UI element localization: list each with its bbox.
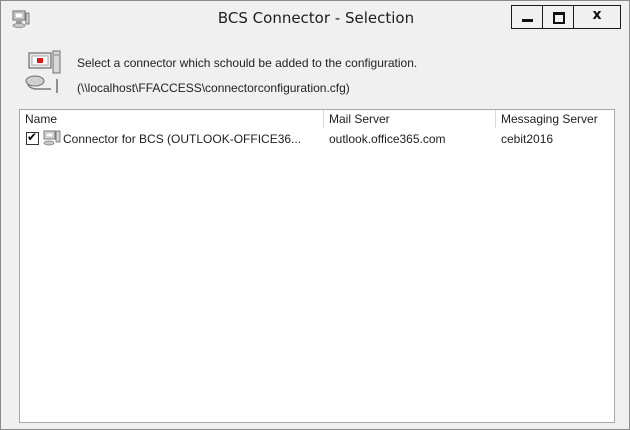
checkmark-icon: ✔ — [27, 130, 38, 144]
connector-plug-icon — [25, 50, 61, 93]
connector-name: Connector for BCS (OUTLOOK-OFFICE36... — [63, 132, 302, 146]
connector-icon — [43, 130, 61, 146]
column-header-mail-server[interactable]: Mail Server — [324, 110, 496, 128]
mail-server: outlook.office365.com — [329, 132, 446, 146]
row-checkbox[interactable]: ✔ — [26, 130, 39, 145]
close-button[interactable]: x — [573, 5, 621, 29]
maximize-button[interactable] — [542, 5, 574, 29]
close-icon: x — [592, 7, 602, 23]
connector-list[interactable]: Name Mail Server Messaging Server ✔ Conn… — [19, 109, 615, 423]
window-title: BCS Connector - Selection — [217, 9, 415, 27]
title-bar[interactable]: BCS Connector - Selection x — [1, 1, 629, 37]
computer-network-icon — [12, 10, 30, 28]
dialog-window: BCS Connector - Selection x Select a con… — [0, 0, 630, 430]
minimize-button[interactable] — [511, 5, 543, 29]
instruction-text: Select a connector which schould be adde… — [77, 56, 418, 70]
list-item[interactable]: ✔ Connector for BCS (OUTLOOK-OFFICE36...… — [20, 130, 614, 149]
config-path-text: (\\localhost\FFACCESS\connectorconfigura… — [77, 81, 350, 95]
column-header-name[interactable]: Name — [20, 110, 324, 128]
column-header-messaging-server[interactable]: Messaging Server — [496, 110, 614, 128]
messaging-server: cebit2016 — [501, 132, 554, 146]
